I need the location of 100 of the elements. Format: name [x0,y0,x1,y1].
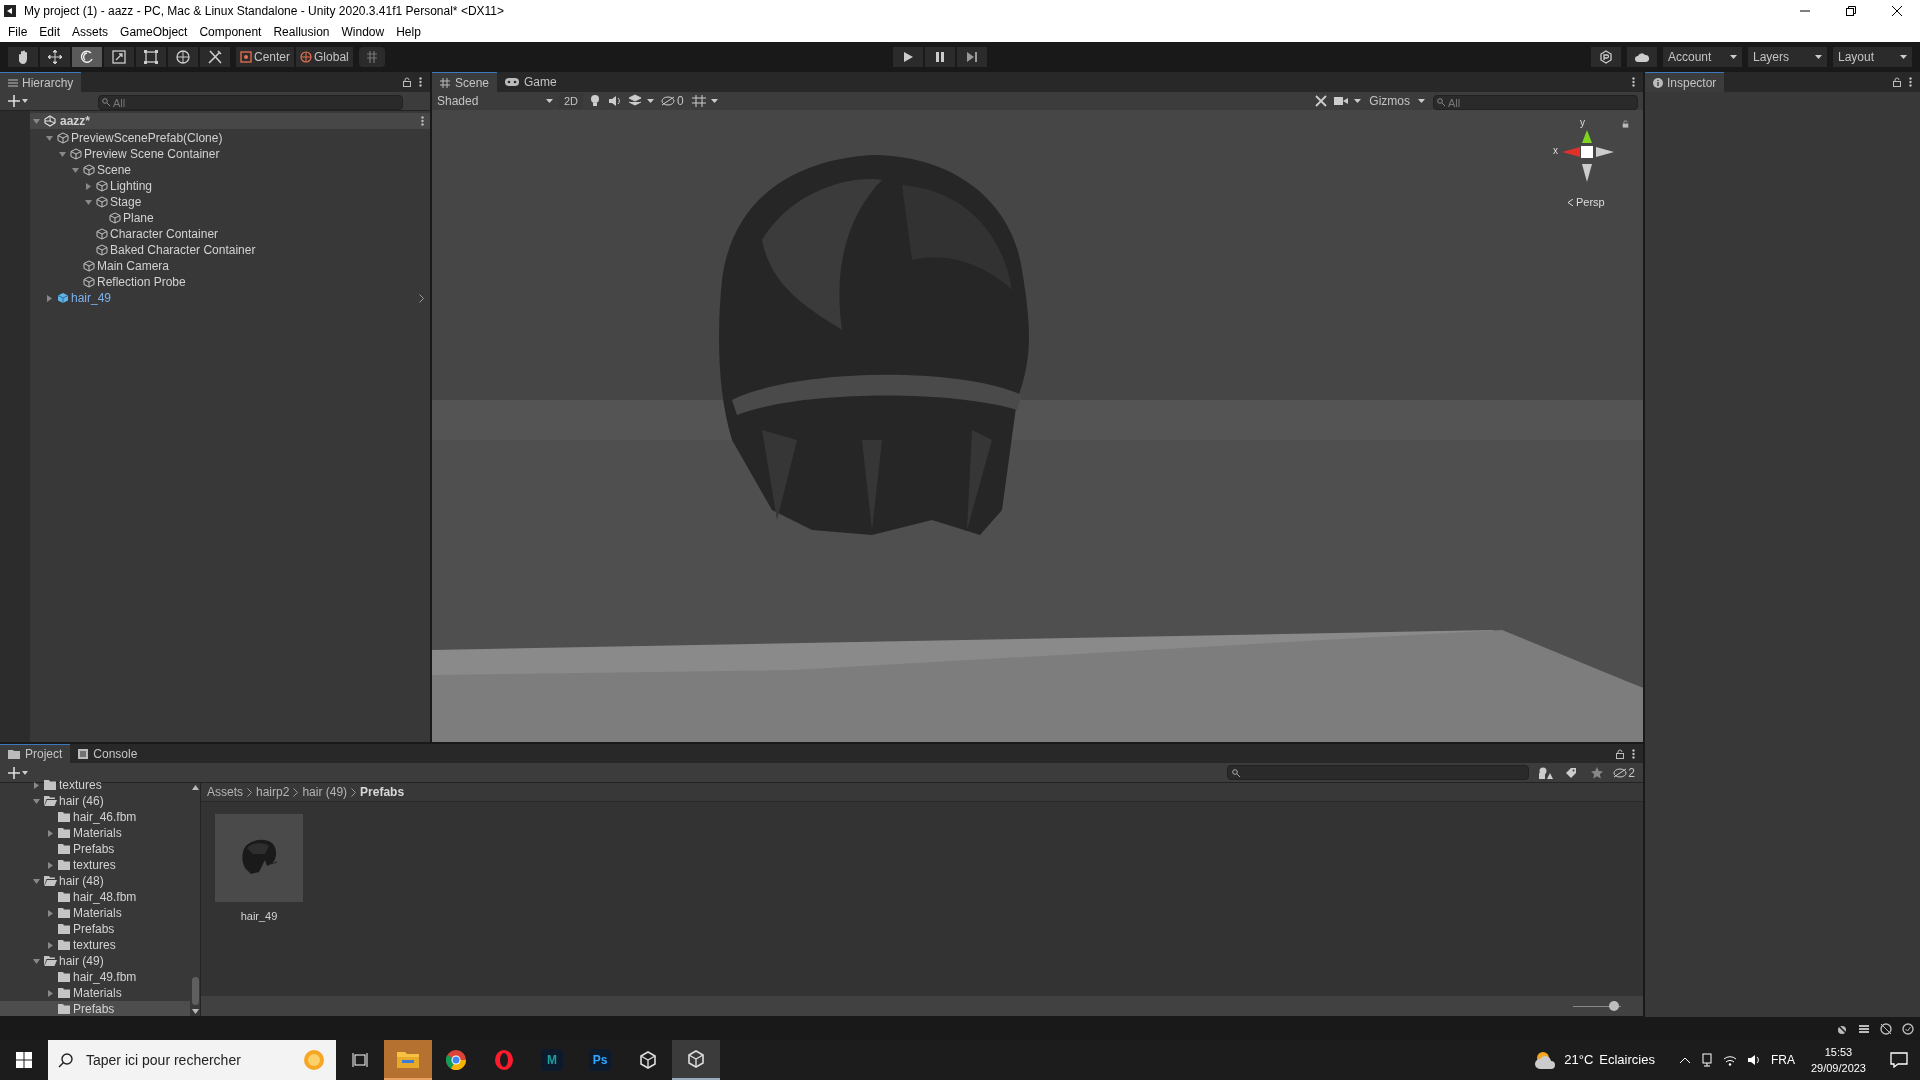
hierarchy-item[interactable]: hair_49 [71,289,112,307]
volume-icon[interactable] [1746,1054,1761,1066]
folder-name[interactable]: hair (49) [59,952,104,970]
more-icon[interactable] [419,77,422,87]
camera-icon[interactable] [1334,96,1349,106]
folder-row[interactable]: Materials [0,905,190,921]
clock-date[interactable]: 29/09/2023 [1810,1060,1866,1076]
lock-icon[interactable] [403,77,411,87]
rotate-tool-button[interactable] [72,47,102,67]
grid-icon[interactable] [690,94,707,108]
collapse-arrow-icon[interactable] [32,956,41,966]
stack-icon[interactable] [1858,1022,1870,1035]
lock-icon[interactable] [1622,120,1629,128]
dropdown-button[interactable]: Layers [1748,47,1827,67]
hierarchy-item[interactable]: Reflection Probe [97,273,186,291]
expand-arrow-icon[interactable] [46,940,55,950]
expand-arrow-icon[interactable] [46,860,55,870]
scroll-up-icon[interactable] [191,785,199,790]
tools-icon[interactable] [1314,94,1329,108]
hierarchy-item[interactable]: Stage [110,193,142,211]
folder-row[interactable]: Materials [0,985,190,1001]
chevron-right-icon[interactable] [419,293,424,303]
custom-tool-button[interactable] [200,47,230,67]
taskbar-app-button[interactable]: Ps [576,1040,624,1080]
dropdown-button[interactable]: Account [1663,47,1742,67]
folder-row[interactable]: Prefabs [0,921,190,937]
breadcrumb-link[interactable]: Prefabs [360,783,405,801]
collapse-arrow-icon[interactable] [45,133,54,143]
expand-arrow-icon[interactable] [32,780,41,790]
zoom-slider[interactable] [1573,1001,1621,1011]
more-icon[interactable] [421,116,424,126]
dropdown-button[interactable]: Layout [1833,47,1912,67]
folder-name[interactable]: textures [73,856,116,874]
expand-arrow-icon[interactable] [46,828,55,838]
progress-icon[interactable] [1902,1022,1914,1035]
filter-type-icon[interactable] [1539,766,1554,779]
caret-icon[interactable] [647,99,655,103]
collab-button[interactable] [1591,47,1621,67]
more-icon[interactable] [1632,748,1635,759]
folder-name[interactable]: textures [73,936,116,954]
star-icon[interactable] [1591,766,1604,779]
taskbar-search-field[interactable]: Taper ici pour rechercher [48,1040,336,1080]
folder-row[interactable]: hair_48.fbm [0,889,190,905]
menu-item[interactable]: Reallusion [267,22,336,41]
transform-tool-button[interactable] [168,47,198,67]
folder-row[interactable]: hair_49.fbm [0,969,190,985]
breadcrumb-link[interactable]: hair (49) [302,783,348,801]
folder-row[interactable]: textures [0,857,190,873]
folder-name[interactable]: Prefabs [73,920,115,938]
taskbar-app-button[interactable] [672,1040,720,1080]
scale-tool-button[interactable] [104,47,134,67]
lock-icon[interactable] [1616,748,1624,759]
scrollbar-thumb[interactable] [191,977,199,1005]
hidden-packages-toggle[interactable]: 2 [1613,763,1635,782]
layers-icon[interactable] [627,94,644,108]
collapse-arrow-icon[interactable] [71,165,80,175]
menu-item[interactable]: GameObject [114,22,194,41]
hierarchy-tab[interactable]: Hierarchy [0,72,82,92]
caret-icon[interactable] [1354,99,1362,103]
scroll-down-icon[interactable] [191,1009,199,1014]
center-pivot-button[interactable]: Center [236,47,295,67]
folder-name[interactable]: hair_49.fbm [73,968,137,986]
expand-arrow-icon[interactable] [46,988,55,998]
language-indicator[interactable]: FRA [1770,1051,1795,1069]
tab[interactable]: Scene [432,72,498,92]
2d-toggle[interactable]: 2D [559,93,584,109]
menu-item[interactable]: File [2,22,34,41]
slider-thumb[interactable] [1609,1001,1620,1011]
wifi-icon[interactable] [1722,1054,1737,1066]
tab[interactable]: Project [0,744,71,763]
hierarchy-item[interactable]: PreviewScenePrefab(Clone) [71,129,223,147]
breadcrumb-link[interactable]: hairp2 [256,783,290,801]
device-icon[interactable] [1700,1053,1713,1067]
menu-item[interactable]: Edit [33,22,67,41]
menu-item[interactable]: Component [193,22,268,41]
breadcrumb-link[interactable]: Assets [207,783,243,801]
clock-time[interactable]: 15:53 [1824,1044,1853,1060]
tab[interactable]: Console [70,744,146,763]
notification-icon[interactable] [1890,1052,1908,1068]
move-tool-button[interactable] [40,47,70,67]
perspective-label[interactable]: Persp [1567,194,1605,211]
folder-name[interactable]: hair_46.fbm [73,808,137,826]
folder-name[interactable]: textures [59,777,102,794]
play-button[interactable] [893,47,923,67]
global-pivot-button[interactable]: Global [296,47,353,67]
folder-name[interactable]: hair_48.fbm [73,888,137,906]
folder-name[interactable]: Materials [73,984,122,1002]
chevron-up-icon[interactable] [1678,1056,1691,1064]
hierarchy-item[interactable]: Scene [97,161,132,179]
menu-item[interactable]: Assets [66,22,115,41]
folder-name[interactable]: hair (46) [59,792,104,810]
gizmos-dropdown[interactable]: Gizmos [1367,93,1427,109]
hierarchy-item[interactable]: Plane [123,209,154,227]
folder-row[interactable]: Materials [0,825,190,841]
more-icon[interactable] [1909,77,1912,87]
hierarchy-item[interactable]: Baked Character Container [110,241,256,259]
add-button[interactable] [8,766,28,779]
inspector-tab[interactable]: Inspector [1645,72,1725,92]
tag-icon[interactable] [1565,766,1578,779]
folder-row[interactable]: hair (48) [0,873,190,889]
